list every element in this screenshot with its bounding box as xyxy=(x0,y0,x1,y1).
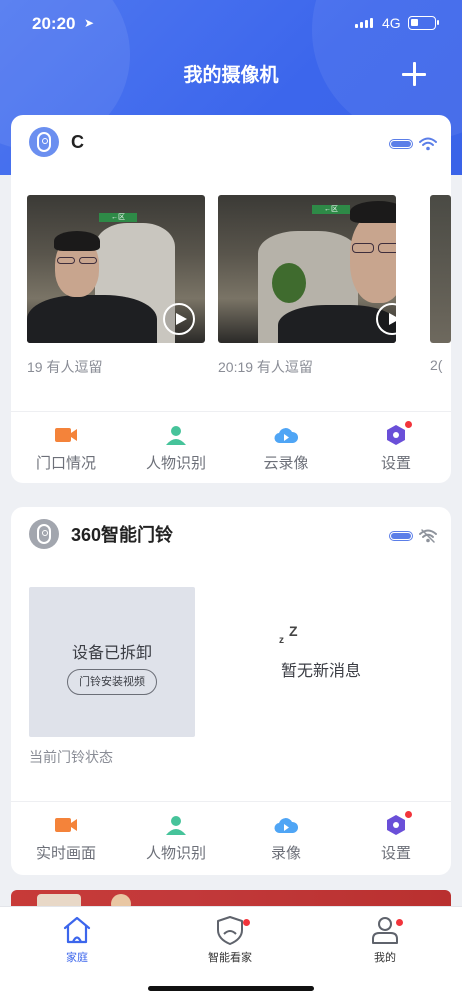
device-actions: 实时画面 人物识别 录像 设置 xyxy=(11,802,451,872)
device-status xyxy=(389,529,437,543)
battery-icon xyxy=(408,16,439,30)
tab-label: 智能看家 xyxy=(208,952,252,964)
video-camera-icon xyxy=(55,818,77,832)
doorbell-device-icon xyxy=(29,519,59,549)
home-indicator xyxy=(148,986,314,991)
tab-smart-guard[interactable]: 智能看家 xyxy=(175,915,285,965)
notification-dot xyxy=(243,919,250,926)
empty-message: 暂无新消息 xyxy=(280,663,361,680)
person-icon xyxy=(166,426,186,445)
clip-label: 19 有人逗留 xyxy=(27,359,103,375)
action-person-recognition[interactable]: 人物识别 xyxy=(121,802,231,872)
device-header: C xyxy=(29,127,84,157)
clip-thumbnail[interactable]: ←区 xyxy=(27,195,205,343)
action-settings[interactable]: 设置 xyxy=(341,412,451,482)
home-icon xyxy=(63,916,91,944)
clip-carousel[interactable]: ←区 ←区 19 有人逗留 20:19 有人逗留 2( xyxy=(27,195,451,385)
location-arrow-icon: ➤ xyxy=(84,16,95,30)
tab-home[interactable]: 家庭 xyxy=(22,915,132,965)
clip-thumbnail[interactable] xyxy=(430,195,451,343)
action-cloud-recording[interactable]: 云录像 xyxy=(231,412,341,482)
device-header: 360智能门铃 xyxy=(29,519,173,549)
person-icon xyxy=(166,816,186,835)
device-status xyxy=(389,137,437,151)
tab-profile[interactable]: 我的 xyxy=(330,915,440,965)
notification-dot xyxy=(405,421,412,428)
clip-thumbnail[interactable]: ←区 xyxy=(218,195,396,343)
device-name: 360智能门铃 xyxy=(71,525,174,545)
clip-label: 2( xyxy=(430,357,443,373)
cellular-signal-icon xyxy=(355,18,373,28)
camera-device-icon xyxy=(29,127,59,157)
install-video-button[interactable]: 门铃安装视频 xyxy=(67,669,157,695)
hexagon-settings-icon xyxy=(387,815,405,835)
wifi-icon xyxy=(419,137,437,151)
hexagon-settings-icon xyxy=(387,425,405,445)
battery-full-icon xyxy=(389,531,413,541)
status-caption: 当前门铃状态 xyxy=(29,749,113,765)
network-type: 4G xyxy=(382,15,401,31)
action-person-recognition[interactable]: 人物识别 xyxy=(121,412,231,482)
page-title: 我的摄像机 xyxy=(183,65,279,86)
notification-dot xyxy=(405,811,412,818)
status-bar: 20:20 ➤ 4G xyxy=(0,0,462,48)
action-doorway[interactable]: 门口情况 xyxy=(11,412,121,482)
action-settings[interactable]: 设置 xyxy=(341,802,451,872)
device-card-c[interactable]: C ←区 ←区 19 有人逗留 20:19 有人逗留 2(门口情况 人物识别 … xyxy=(11,115,451,483)
tab-label: 家庭 xyxy=(66,952,88,964)
battery-full-icon xyxy=(389,139,413,149)
device-actions: 门口情况 人物识别 云录像 设置 xyxy=(11,412,451,482)
removed-status: 设备已拆卸 xyxy=(71,645,152,662)
device-name: C xyxy=(71,131,84,152)
device-card-doorbell[interactable]: 360智能门铃 设备已拆卸 门铃安装视频 Z z 暂无新消息 当前门铃状态 实时… xyxy=(11,507,451,875)
wifi-off-icon xyxy=(419,529,437,543)
status-time: 20:20 xyxy=(32,14,76,33)
cloud-play-icon xyxy=(274,818,299,834)
clip-label: 20:19 有人逗留 xyxy=(218,359,313,375)
tab-label: 我的 xyxy=(374,952,396,964)
video-camera-icon xyxy=(55,428,77,442)
add-device-button[interactable] xyxy=(402,62,426,86)
cloud-play-icon xyxy=(274,428,299,444)
notification-dot xyxy=(396,919,403,926)
action-live-view[interactable]: 实时画面 xyxy=(11,802,121,872)
action-recording[interactable]: 录像 xyxy=(231,802,341,872)
shield-icon xyxy=(217,916,243,945)
doorbell-status-panel: 设备已拆卸 门铃安装视频 xyxy=(29,587,195,737)
play-icon[interactable] xyxy=(163,303,195,335)
